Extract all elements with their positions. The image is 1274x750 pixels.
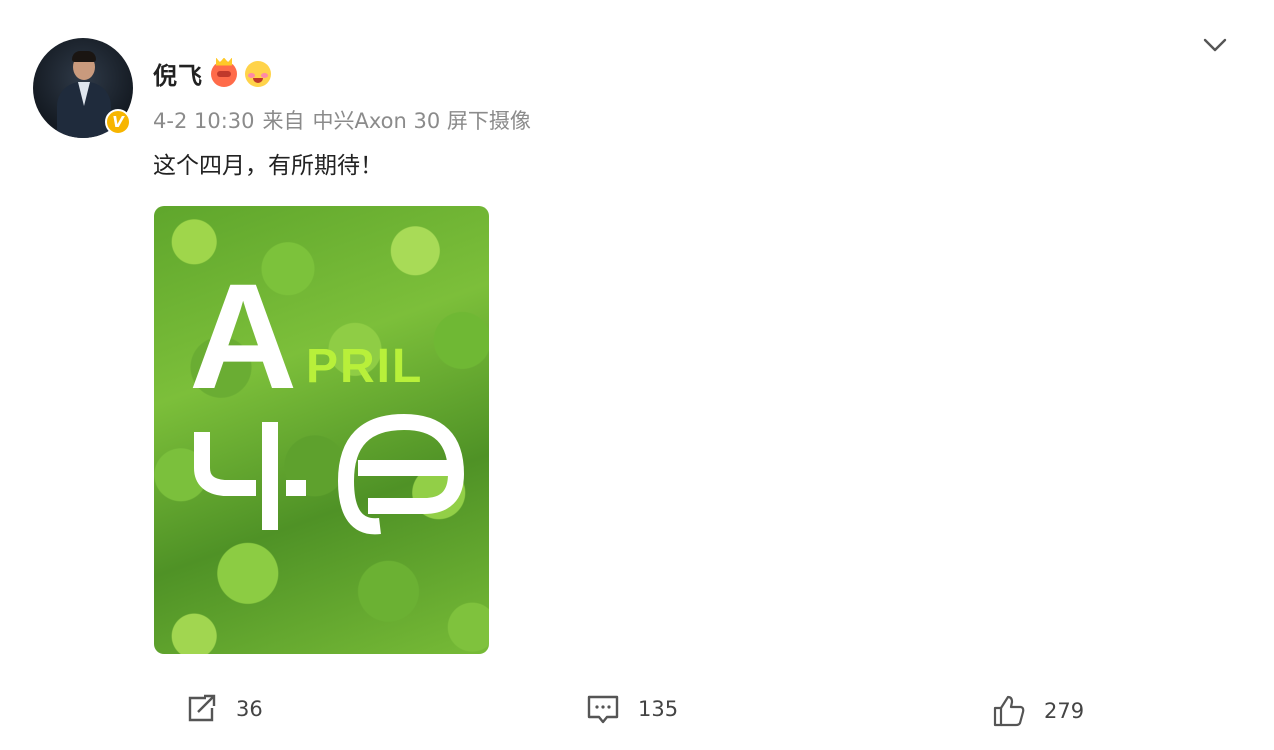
- like-count: 279: [1044, 699, 1085, 723]
- like-button[interactable]: 279: [992, 694, 1084, 728]
- repost-icon: [188, 694, 216, 722]
- repost-count: 36: [236, 697, 263, 721]
- post-meta: 4-2 10:30 来自 中兴Axon 30 屏下摄像: [153, 105, 539, 135]
- post-date[interactable]: 4-2 10:30: [153, 109, 255, 133]
- post-source[interactable]: 中兴Axon 30 屏下摄像: [313, 109, 531, 133]
- action-bar: 36 135 279: [0, 692, 1274, 732]
- artwork-word: PRIL: [306, 340, 423, 393]
- post-image[interactable]: A PRIL: [154, 206, 489, 654]
- comment-button[interactable]: 135: [586, 692, 678, 726]
- avatar-hair: [72, 51, 96, 62]
- chevron-down-icon[interactable]: [1203, 37, 1227, 53]
- source-prefix: 来自: [262, 109, 305, 133]
- shy-emoji-icon: [245, 60, 271, 87]
- thumbs-up-icon: [993, 695, 1025, 727]
- repost-button[interactable]: 36: [184, 692, 263, 726]
- verified-badge-icon: V: [105, 109, 131, 135]
- artwork-letter-a: A: [189, 252, 297, 420]
- artwork-month-glyph: [194, 414, 465, 535]
- comment-icon: [587, 695, 619, 724]
- crown-emoji-icon: [211, 60, 237, 87]
- author-name[interactable]: 倪飞: [153, 56, 203, 91]
- post-text: 这个四月，有所期待！: [153, 153, 383, 179]
- author-row: 倪飞: [153, 56, 271, 91]
- april-artwork: A PRIL: [189, 252, 465, 535]
- comment-count: 135: [638, 697, 679, 721]
